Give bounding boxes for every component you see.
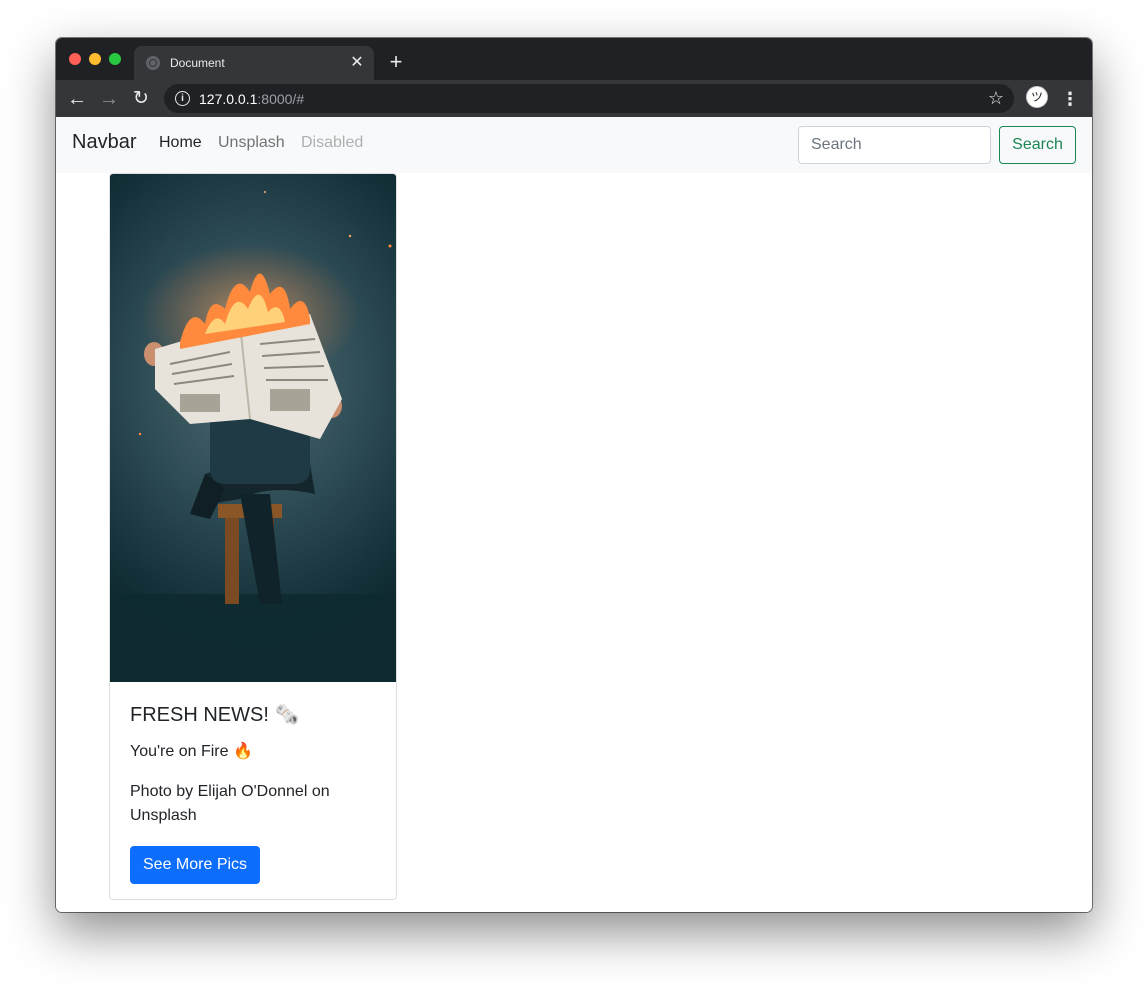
- new-tab-button[interactable]: +: [384, 50, 408, 74]
- close-icon[interactable]: ✕: [346, 52, 368, 74]
- page-content: Navbar Home Unsplash Disabled Search Sea…: [56, 117, 1092, 912]
- browser-toolbar: ← → ↻ i 127.0.0.1:8000/# ☆ ツ ⋮: [56, 80, 1092, 117]
- navbar-brand[interactable]: Navbar: [72, 131, 136, 154]
- browser-window: Document ✕ + ← → ↻ i 127.0.0.1:8000/# ☆ …: [56, 38, 1092, 912]
- navbar: Navbar Home Unsplash Disabled Search: [56, 117, 1092, 173]
- card-body: FRESH NEWS! 🗞️ You're on Fire 🔥 Photo by…: [110, 682, 396, 899]
- card-image-burning-newspaper: [110, 174, 396, 682]
- tab-title: Document: [170, 56, 225, 70]
- reload-icon[interactable]: ↻: [128, 86, 154, 112]
- search-button[interactable]: Search: [999, 126, 1076, 164]
- back-arrow-icon[interactable]: ←: [64, 86, 90, 112]
- search-input[interactable]: [798, 126, 991, 164]
- globe-icon: [146, 56, 160, 70]
- tab-strip: Document ✕ +: [56, 38, 1092, 80]
- card-caption: Photo by Elijah O'Donnel on Unsplash: [130, 783, 330, 824]
- card-title: FRESH NEWS! 🗞️: [130, 704, 300, 726]
- photo-card: FRESH NEWS! 🗞️ You're on Fire 🔥 Photo by…: [109, 173, 397, 900]
- nav-link-unsplash[interactable]: Unsplash: [218, 134, 285, 152]
- profile-avatar-icon[interactable]: ツ: [1026, 86, 1048, 108]
- see-more-pics-button[interactable]: See More Pics: [130, 846, 261, 884]
- url-host: 127.0.0.1: [199, 90, 258, 107]
- url-path: :8000/#: [257, 90, 305, 107]
- minimize-window-button[interactable]: [89, 53, 101, 65]
- nav-link-disabled: Disabled: [301, 134, 364, 151]
- url-text[interactable]: 127.0.0.1:8000/#: [199, 91, 988, 107]
- bookmark-star-icon[interactable]: ☆: [988, 88, 1004, 109]
- close-window-button[interactable]: [69, 53, 81, 65]
- kebab-menu-icon[interactable]: ⋮: [1060, 86, 1080, 112]
- burning-newspaper-illustration: [110, 191, 396, 682]
- tab-document[interactable]: Document ✕: [134, 46, 374, 80]
- forward-arrow-icon[interactable]: →: [96, 86, 122, 112]
- nav-link-home[interactable]: Home: [159, 134, 202, 152]
- card-subtitle: You're on Fire 🔥: [130, 743, 253, 760]
- address-bar[interactable]: i 127.0.0.1:8000/# ☆: [164, 84, 1014, 113]
- info-icon[interactable]: i: [175, 91, 190, 106]
- maximize-window-button[interactable]: [109, 53, 121, 65]
